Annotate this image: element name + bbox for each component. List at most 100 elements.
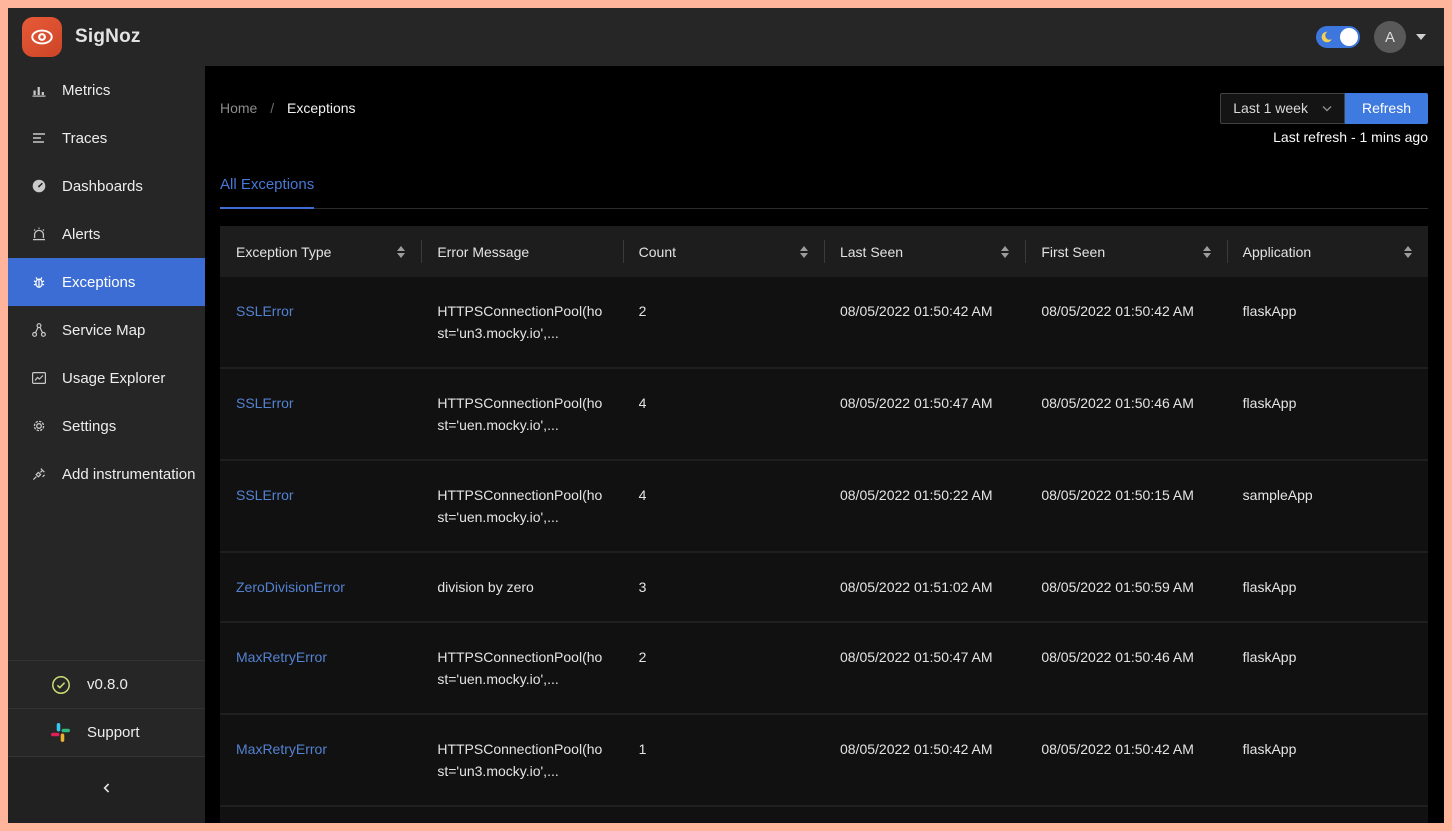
count-cell: 2 <box>623 623 824 713</box>
exception-type-link[interactable]: SSLError <box>220 369 421 459</box>
first-seen-cell: 08/05/2022 01:50:42 AM <box>1025 277 1226 367</box>
exception-type-link[interactable]: ZeroDivisionError <box>220 553 421 621</box>
topbar-right: A <box>1316 21 1426 53</box>
error-message-cell: division by zero <box>421 553 622 621</box>
last-seen-cell: 08/05/2022 01:50:42 AM <box>824 277 1025 367</box>
breadcrumb-home-link[interactable]: Home <box>220 100 257 116</box>
sidebar-collapse-button[interactable] <box>8 756 205 823</box>
first-seen-cell: 08/05/2022 01:50:46 AM <box>1025 369 1226 459</box>
version-label: v0.8.0 <box>87 676 128 693</box>
sidebar-item-label: Metrics <box>62 82 110 99</box>
topbar: SigNoz A <box>8 8 1444 66</box>
exception-type-link[interactable]: SSLError <box>220 277 421 367</box>
sort-carets-icon[interactable] <box>1001 246 1009 258</box>
error-message-cell: HTTPSConnectionPool(host='un3.mocky.io',… <box>421 277 622 367</box>
sidebar-item-service-map[interactable]: Service Map <box>8 306 205 354</box>
table-column-header[interactable]: Error Message <box>421 226 622 277</box>
last-seen-cell: 08/05/2022 01:50:42 AM <box>824 715 1025 805</box>
table-row[interactable]: MaxRetryError HTTPSConnectionPool(host='… <box>220 623 1428 715</box>
sidebar-item-alerts[interactable]: Alerts <box>8 210 205 258</box>
check-circle-icon <box>50 674 71 695</box>
sort-carets-icon[interactable] <box>397 246 405 258</box>
moon-icon <box>1320 30 1334 44</box>
sort-carets-icon[interactable] <box>800 246 808 258</box>
last-seen-cell: 08/05/2022 01:51:02 AM <box>824 553 1025 621</box>
sort-carets-icon[interactable] <box>1404 246 1412 258</box>
brand: SigNoz <box>22 17 141 57</box>
version-item[interactable]: v0.8.0 <box>8 660 205 708</box>
support-item[interactable]: Support <box>8 708 205 756</box>
table-row[interactable]: ZeroDivisionError division by zero 3 08/… <box>220 553 1428 623</box>
sidebar-item-add-instrumentation[interactable]: Add instrumentation <box>8 450 205 498</box>
column-label: Exception Type <box>236 244 331 260</box>
error-message-cell: HTTPSConnectionPool(host='un3.mocky.io',… <box>421 715 622 805</box>
exception-type-link[interactable]: SSLError <box>220 461 421 551</box>
sidebar-item-exceptions[interactable]: Exceptions <box>8 258 205 306</box>
table-row[interactable]: MaxRetryError HTTPSConnectionPool(host='… <box>220 715 1428 807</box>
sidebar-item-label: Add instrumentation <box>62 466 195 483</box>
application-cell: flaskApp <box>1227 553 1428 621</box>
sidebar: Metrics Traces Dashboard <box>8 66 205 823</box>
column-label: Count <box>639 244 676 260</box>
count-cell: 2 <box>623 277 824 367</box>
sidebar-item-label: Settings <box>62 418 116 435</box>
table-column-header[interactable]: Count <box>623 226 824 277</box>
first-seen-cell: 08/05/2022 01:50:15 AM <box>1025 461 1226 551</box>
last-refresh-text: Last refresh - 1 mins ago <box>220 129 1428 149</box>
tab-all-exceptions[interactable]: All Exceptions <box>220 175 314 209</box>
column-label: Application <box>1243 244 1312 260</box>
first-seen-cell: 08/05/2022 01:50:59 AM <box>1025 553 1226 621</box>
sidebar-item-settings[interactable]: Settings <box>8 402 205 450</box>
sidebar-item-metrics[interactable]: Metrics <box>8 66 205 114</box>
table-column-header[interactable]: Application <box>1227 226 1428 277</box>
table-column-header[interactable]: Last Seen <box>824 226 1025 277</box>
slack-icon <box>50 722 71 743</box>
table-row-partial <box>220 807 1428 823</box>
first-seen-cell: 08/05/2022 01:50:46 AM <box>1025 623 1226 713</box>
api-plug-icon <box>30 466 47 483</box>
table-column-header[interactable]: Exception Type <box>220 226 421 277</box>
chevron-down-icon <box>1322 105 1332 112</box>
application-cell: flaskApp <box>1227 369 1428 459</box>
sort-carets-icon[interactable] <box>1203 246 1211 258</box>
last-seen-cell: 08/05/2022 01:50:47 AM <box>824 623 1025 713</box>
breadcrumb: Home / Exceptions <box>220 93 356 123</box>
toggle-knob <box>1340 28 1358 46</box>
table-row[interactable]: SSLError HTTPSConnectionPool(host='un3.m… <box>220 277 1428 369</box>
exception-type-link[interactable]: MaxRetryError <box>220 715 421 805</box>
sidebar-item-usage-explorer[interactable]: Usage Explorer <box>8 354 205 402</box>
time-range-select[interactable]: Last 1 week <box>1220 93 1345 124</box>
application-cell: flaskApp <box>1227 623 1428 713</box>
alert-siren-icon <box>30 226 47 243</box>
count-cell: 1 <box>623 715 824 805</box>
exception-type-link[interactable]: MaxRetryError <box>220 623 421 713</box>
refresh-button[interactable]: Refresh <box>1345 93 1428 124</box>
align-left-icon <box>30 130 47 147</box>
chevron-down-icon[interactable] <box>1416 34 1426 40</box>
sidebar-item-label: Usage Explorer <box>62 370 165 387</box>
sidebar-nav: Metrics Traces Dashboard <box>8 66 205 498</box>
application-cell: flaskApp <box>1227 715 1428 805</box>
signoz-logo-icon <box>22 17 62 57</box>
count-cell: 3 <box>623 553 824 621</box>
table-column-header[interactable]: First Seen <box>1025 226 1226 277</box>
exceptions-table: Exception Type Error Message Cou <box>220 226 1428 823</box>
bar-chart-icon <box>30 82 47 99</box>
avatar-initial: A <box>1385 29 1395 46</box>
error-message-cell: HTTPSConnectionPool(host='uen.mocky.io',… <box>421 461 622 551</box>
sidebar-item-traces[interactable]: Traces <box>8 114 205 162</box>
support-label: Support <box>87 724 140 741</box>
time-range-value: Last 1 week <box>1233 100 1308 116</box>
application-cell: sampleApp <box>1227 461 1428 551</box>
column-label: Last Seen <box>840 244 903 260</box>
gear-icon <box>30 418 47 435</box>
sidebar-item-label: Service Map <box>62 322 145 339</box>
table-body: SSLError HTTPSConnectionPool(host='un3.m… <box>220 277 1428 807</box>
sidebar-item-dashboards[interactable]: Dashboards <box>8 162 205 210</box>
avatar[interactable]: A <box>1374 21 1406 53</box>
table-row[interactable]: SSLError HTTPSConnectionPool(host='uen.m… <box>220 461 1428 553</box>
sidebar-footer: v0.8.0 Support <box>8 660 205 823</box>
theme-toggle[interactable] <box>1316 26 1360 48</box>
tabbar: All Exceptions <box>220 175 1428 209</box>
table-row[interactable]: SSLError HTTPSConnectionPool(host='uen.m… <box>220 369 1428 461</box>
